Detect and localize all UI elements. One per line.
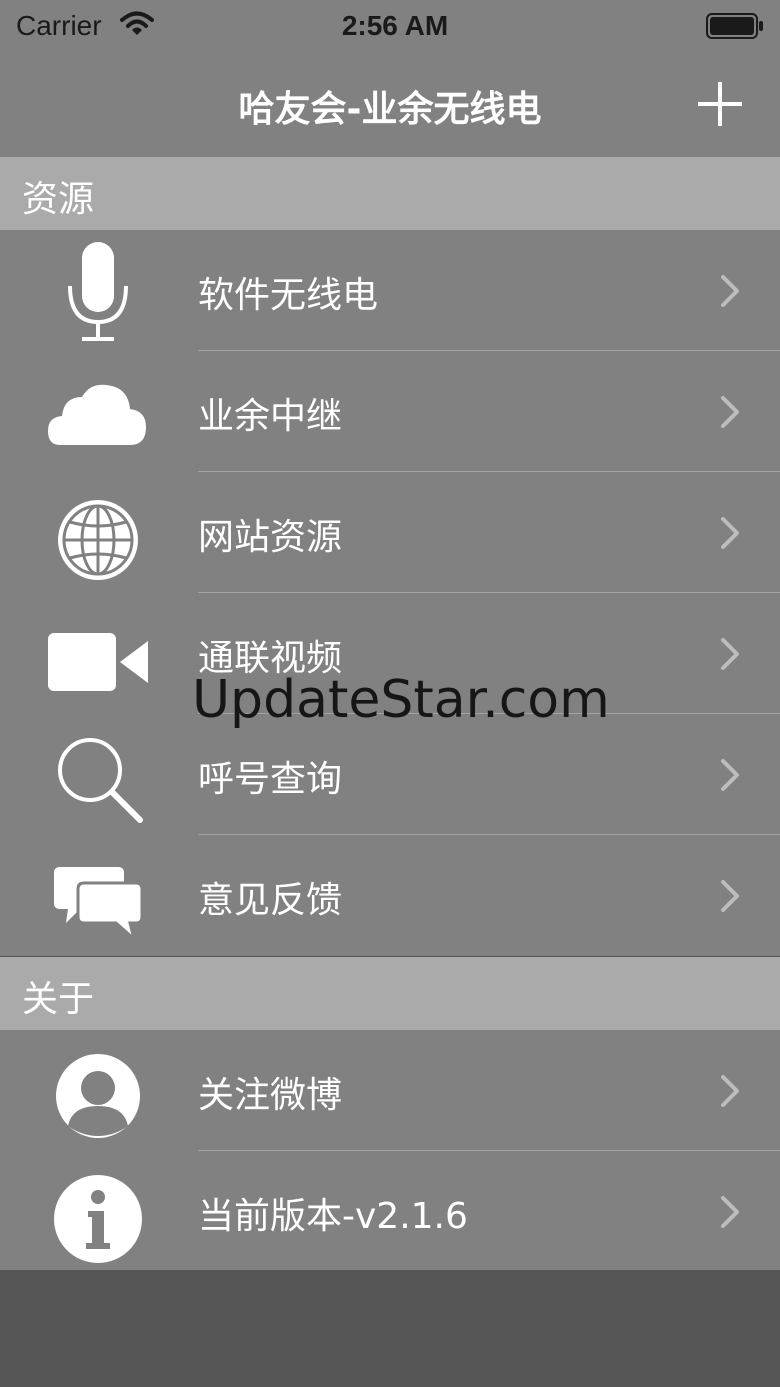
section-header-resources: 资源 [0,157,780,230]
status-bar: Carrier 2:56 AM [0,0,780,58]
list-item-label: 网站资源 [198,517,343,558]
list-item-label: 软件无线电 [198,275,379,316]
section-header-label: 关于 [22,979,95,1020]
section-header-about: 关于 [0,957,780,1030]
clock: 2:56 AM [341,10,449,41]
video-camera-icon [48,633,148,691]
cloud-icon [48,384,146,445]
chat-bubbles-icon [54,867,144,944]
list-item-contact-videos[interactable]: 通联视频 [0,593,780,714]
info-icon [54,1175,142,1263]
page-title: 哈友会-业余无线电 [238,89,542,130]
chevron-right-icon [721,638,739,670]
list-item-label: 业余中继 [198,396,343,437]
section-header-label: 资源 [22,179,95,220]
table-footer-background [0,1270,780,1387]
list-item-feedback[interactable]: 意见反馈 [0,835,780,956]
chevron-right-icon [721,1075,739,1107]
list-item-follow-weibo[interactable]: 关注微博 [0,1030,780,1151]
list-item-website-resources[interactable]: 网站资源 [0,472,780,593]
list-item-callsign-lookup[interactable]: 呼号查询 [0,714,780,835]
list-item-label: 当前版本-v2.1.6 [198,1196,468,1237]
list-item-amateur-relay[interactable]: 业余中继 [0,351,780,472]
list-item-label: 意见反馈 [198,880,343,921]
chevron-right-icon [721,517,739,549]
chevron-right-icon [721,1196,739,1228]
chevron-right-icon [721,396,739,428]
chevron-right-icon [721,275,739,307]
battery-icon [706,13,763,39]
list-item-current-version[interactable]: 当前版本-v2.1.6 [0,1151,780,1272]
plus-icon[interactable] [694,78,746,130]
list-item-label: 通联视频 [198,638,343,679]
list-item-software-radio[interactable]: 软件无线电 [0,230,780,351]
list-item-label: 呼号查询 [198,759,343,800]
navigation-bar: 哈友会-业余无线电 [0,58,780,157]
globe-icon [58,500,138,580]
user-icon [56,1054,140,1138]
list-item-label: 关注微博 [198,1075,343,1116]
microphone-icon [68,242,128,341]
chevron-right-icon [721,759,739,791]
search-icon [58,738,143,823]
chevron-right-icon [721,880,739,912]
